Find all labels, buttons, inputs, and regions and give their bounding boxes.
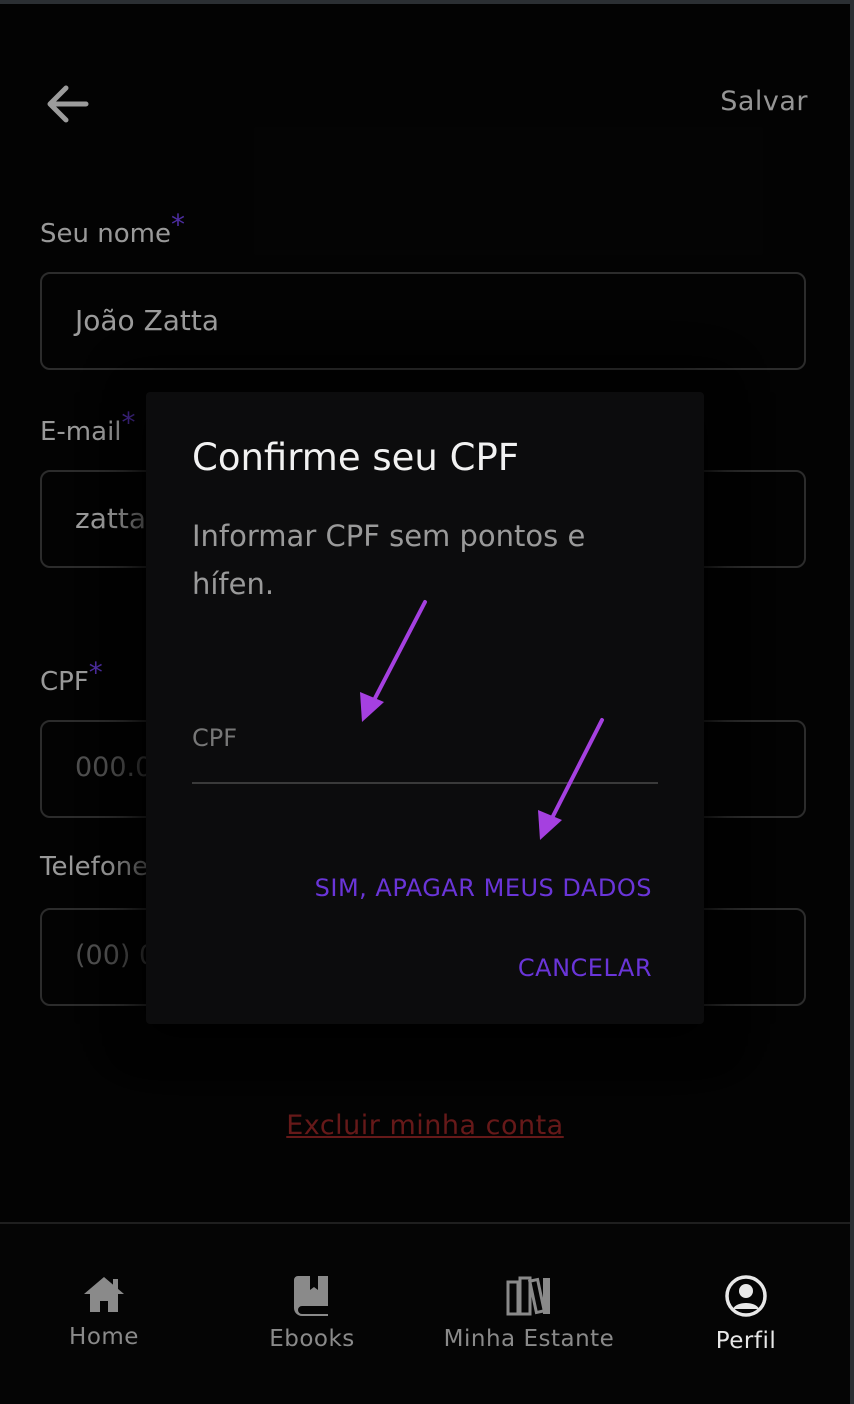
dialog-cpf-input[interactable]: CPF xyxy=(192,710,658,784)
home-icon xyxy=(84,1277,124,1312)
confirm-cpf-dialog: Confirme seu CPF Informar CPF sem pontos… xyxy=(146,392,704,1024)
user-circle-icon xyxy=(725,1275,767,1317)
dialog-title: Confirme seu CPF xyxy=(192,436,520,479)
book-icon xyxy=(294,1276,328,1316)
nav-item-perfil[interactable]: Perfil xyxy=(704,1274,788,1354)
nav-item-ebooks[interactable]: Ebooks xyxy=(262,1274,362,1352)
cancel-button[interactable]: CANCELAR xyxy=(518,954,652,982)
confirm-delete-button[interactable]: SIM, APAGAR MEUS DADOS xyxy=(315,874,652,902)
dialog-message: Informar CPF sem pontos e hífen. xyxy=(192,519,586,601)
nav-label: Ebooks xyxy=(269,1326,355,1352)
nav-item-minha-estante[interactable]: Minha Estante xyxy=(436,1274,622,1352)
dialog-cpf-placeholder: CPF xyxy=(192,724,238,752)
nav-item-home[interactable]: Home xyxy=(62,1274,146,1350)
profile-edit-screen: Salvar Seu nome* João Zatta E-mail* zatt… xyxy=(0,4,850,1404)
nav-label: Home xyxy=(69,1324,139,1350)
bookshelf-icon xyxy=(506,1276,550,1316)
nav-label: Perfil xyxy=(715,1328,777,1354)
bottom-navigation: Home Ebooks Minha Estante Perfil xyxy=(0,1222,850,1404)
nav-label: Minha Estante xyxy=(443,1326,615,1352)
